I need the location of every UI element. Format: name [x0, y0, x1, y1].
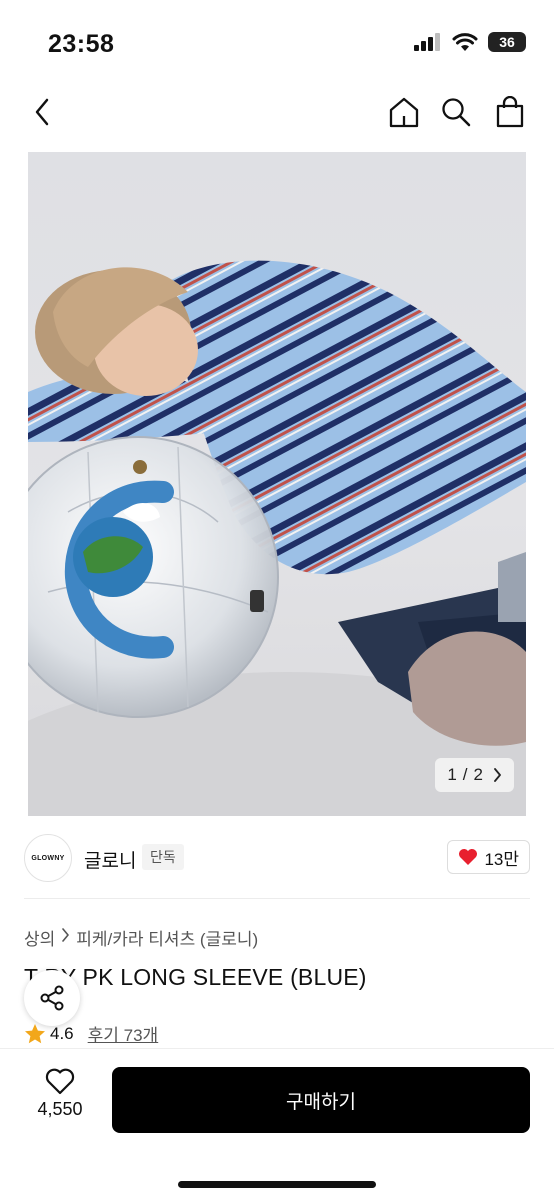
breadcrumb: 상의 피케/카라 티셔츠 (글로니) [24, 925, 258, 950]
status-bar: 23:58 36 [0, 0, 554, 80]
brand-like-button[interactable]: 13만 [447, 840, 530, 874]
rating-value: 4.6 [50, 1023, 74, 1043]
exclusive-badge: 단독 [142, 844, 184, 870]
wishlist-count: 4,550 [37, 1099, 83, 1119]
chevron-right-icon [62, 928, 70, 942]
shopping-bag-icon [496, 96, 524, 128]
cart-button[interactable] [488, 88, 532, 136]
pager-total: 2 [473, 765, 483, 784]
wifi-icon [452, 32, 478, 51]
status-time: 23:58 [48, 30, 115, 58]
home-indicator [178, 1181, 376, 1188]
top-nav [0, 88, 554, 136]
search-icon [442, 98, 471, 127]
brand-name[interactable]: 글로니 [84, 846, 136, 873]
status-icons: 36 [414, 32, 526, 52]
star-icon [25, 1023, 45, 1043]
back-button[interactable] [20, 88, 64, 136]
home-button[interactable] [382, 88, 426, 136]
image-pager[interactable]: 1 / 2 [435, 758, 514, 792]
product-image[interactable]: 1 / 2 [28, 152, 526, 816]
pager-current: 1 [447, 765, 457, 784]
share-icon [40, 985, 64, 1011]
brand-row: GLOWNY 글로니 단독 13만 [0, 832, 554, 886]
home-icon [389, 97, 419, 128]
breadcrumb-subcategory[interactable]: 피케/카라 티셔츠 (글로니) [76, 925, 258, 950]
brand-like-count: 13만 [484, 849, 519, 869]
heart-outline-icon [45, 1068, 75, 1095]
chevron-right-icon [494, 768, 501, 782]
wishlist-button[interactable]: 4,550 [22, 1067, 98, 1120]
review-link[interactable]: 후기 73개 [88, 1021, 159, 1046]
search-button[interactable] [434, 88, 478, 136]
product-photo [28, 260, 526, 816]
divider [24, 898, 530, 899]
pager-separator: / [462, 765, 468, 784]
bottom-action-bar: 4,550 구매하기 [0, 1048, 554, 1200]
heart-filled-icon [459, 849, 478, 865]
cellular-signal-icon [414, 33, 440, 51]
share-button[interactable] [24, 970, 80, 1026]
battery-indicator: 36 [488, 32, 526, 52]
brand-logo[interactable]: GLOWNY [24, 834, 72, 882]
breadcrumb-category[interactable]: 상의 [24, 925, 55, 950]
buy-button[interactable]: 구매하기 [112, 1067, 530, 1133]
rating-row: 4.6 후기 73개 [24, 1021, 158, 1046]
chevron-left-icon [35, 98, 49, 126]
